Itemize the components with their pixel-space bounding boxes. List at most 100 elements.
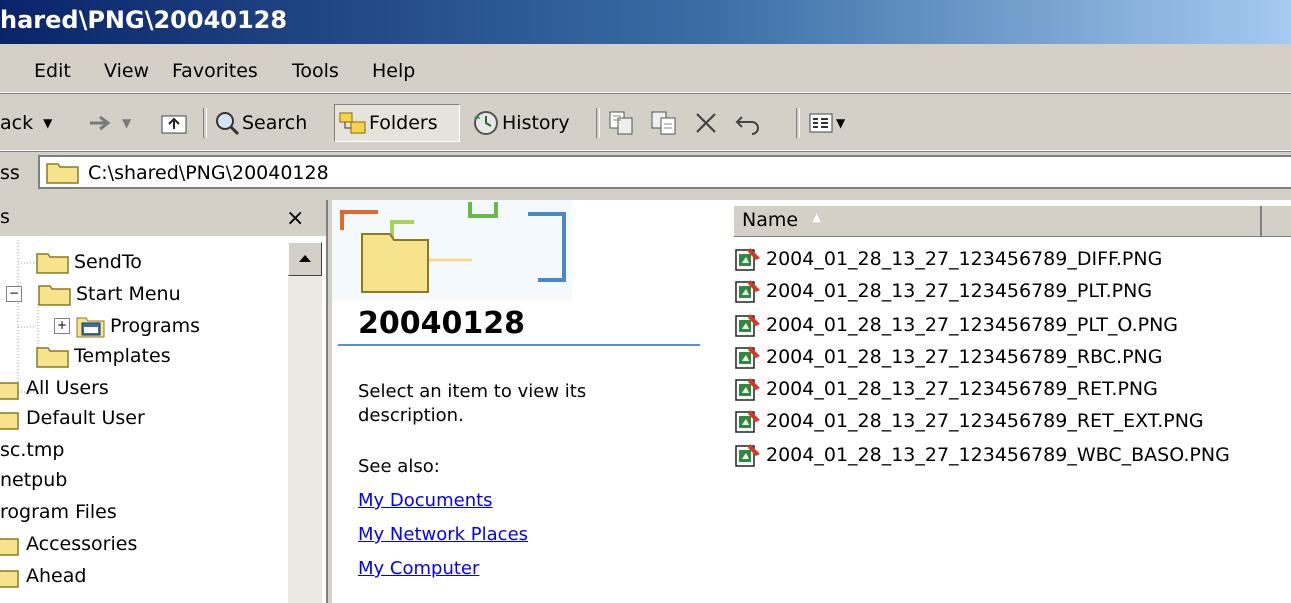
delete-button[interactable] (694, 104, 718, 142)
scroll-up-icon (299, 255, 311, 262)
delete-icon (696, 113, 716, 133)
file-row[interactable]: 2004_01_28_13_27_123456789_PLT_O.PNG (734, 310, 1178, 340)
views-icon (809, 113, 833, 133)
folders-button[interactable]: Folders (334, 104, 460, 142)
folder-icon (46, 163, 79, 184)
close-icon[interactable]: × (286, 206, 304, 231)
file-row[interactable]: 2004_01_28_13_27_123456789_RET.PNG (734, 374, 1158, 404)
collapse-icon[interactable]: − (6, 286, 22, 302)
menu-edit[interactable]: Edit (34, 60, 71, 82)
tree-item-label: All Users (26, 377, 109, 399)
address-label: ss (0, 162, 20, 184)
file-name: 2004_01_28_13_27_123456789_RET.PNG (766, 378, 1158, 400)
tree-item-label: Templates (74, 345, 171, 367)
folder-description: Select an item to view its description. (358, 381, 587, 426)
folders-icon (339, 112, 366, 134)
tree-item-label: Accessories (26, 533, 138, 555)
tree-item-sendto[interactable]: SendTo (36, 248, 142, 276)
copy-to-button[interactable] (650, 104, 678, 142)
column-header-name[interactable]: Name ▲ (734, 206, 1262, 236)
link-my-documents[interactable]: My Documents (358, 490, 493, 511)
scroll-up-button[interactable] (288, 242, 322, 276)
folders-pane: s × SendTo − Start Menu + Programs Templ… (0, 200, 328, 603)
file-name: 2004_01_28_13_27_123456789_RBC.PNG (766, 346, 1163, 368)
address-bar: ss C:\shared\PNG\20040128 (0, 153, 1291, 193)
move-to-icon (609, 111, 633, 135)
menu-tools[interactable]: Tools (292, 60, 339, 82)
up-folder-icon (161, 115, 187, 134)
tree-item-start-menu[interactable]: − Start Menu (6, 280, 181, 308)
move-to-button[interactable] (608, 104, 636, 142)
forward-dropdown-icon[interactable]: ▼ (122, 116, 131, 130)
history-button[interactable]: History (472, 104, 570, 142)
tree-item-label: netpub (0, 469, 68, 491)
sort-ascending-icon: ▲ (812, 210, 822, 224)
file-list-header: Name ▲ (734, 206, 1291, 237)
folder-icon (0, 537, 19, 556)
back-label: ack (0, 112, 34, 134)
png-file-icon (735, 410, 760, 433)
views-dropdown-icon[interactable]: ▼ (836, 116, 845, 130)
column-name-label: Name (742, 209, 799, 231)
tree-item-all-users[interactable]: All Users (0, 374, 109, 402)
file-row[interactable]: 2004_01_28_13_27_123456789_WBC_BASO.PNG (734, 440, 1230, 470)
expand-icon[interactable]: + (54, 318, 70, 334)
tree-item-ahead[interactable]: Ahead (0, 562, 86, 590)
file-name: 2004_01_28_13_27_123456789_DIFF.PNG (766, 248, 1163, 270)
tree-item-label: sc.tmp (0, 439, 65, 461)
png-file-icon (735, 378, 760, 401)
tree-item-accessories[interactable]: Accessories (0, 530, 137, 558)
file-name: 2004_01_28_13_27_123456789_PLT.PNG (766, 280, 1153, 302)
png-file-icon (735, 314, 760, 337)
undo-button[interactable] (734, 104, 762, 142)
png-file-icon (735, 248, 760, 271)
tree-item-label: rogram Files (0, 501, 117, 523)
history-icon (474, 111, 498, 135)
address-input[interactable]: C:\shared\PNG\20040128 (38, 155, 1291, 189)
undo-icon (735, 116, 759, 135)
folder-icon (0, 569, 19, 588)
folder-icon (36, 347, 69, 368)
folders-pane-title: s (0, 206, 10, 228)
tree-item-inetpub[interactable]: netpub (0, 466, 67, 494)
file-row[interactable]: 2004_01_28_13_27_123456789_PLT.PNG (734, 276, 1152, 306)
link-my-computer[interactable]: My Computer (358, 558, 479, 579)
png-file-icon (735, 346, 760, 369)
back-button[interactable]: ack ▼ (0, 104, 52, 142)
link-my-network-places[interactable]: My Network Places (358, 524, 528, 545)
folder-icon (38, 285, 71, 306)
tree-item-label: Ahead (26, 565, 87, 587)
toolbar: ack ▼ ▼ Search Folders History ▼ (0, 98, 1291, 151)
programs-folder-icon (76, 317, 105, 338)
tree-item-programs[interactable]: + Programs (54, 312, 200, 340)
file-row[interactable]: 2004_01_28_13_27_123456789_DIFF.PNG (734, 244, 1162, 274)
file-row[interactable]: 2004_01_28_13_27_123456789_RET_EXT.PNG (734, 406, 1204, 436)
back-dropdown-icon[interactable]: ▼ (43, 116, 52, 130)
see-also-label: See also: (358, 456, 440, 477)
up-button[interactable] (160, 104, 188, 142)
png-file-icon (735, 280, 760, 303)
forward-button[interactable]: ▼ (88, 104, 131, 142)
tree-item-templates[interactable]: Templates (36, 342, 171, 370)
tree-item-label: SendTo (74, 251, 142, 273)
views-button[interactable]: ▼ (808, 104, 845, 142)
folder-icon (0, 381, 19, 400)
forward-arrow-icon (90, 115, 111, 131)
tree-item-default-user[interactable]: Default User (0, 404, 145, 432)
folders-pane-header: s × (0, 200, 326, 236)
folders-scrollbar[interactable] (288, 242, 322, 603)
title-bar[interactable]: hared\PNG\20040128 (0, 0, 1291, 44)
tree-item-sc-tmp[interactable]: sc.tmp (0, 436, 64, 464)
search-button[interactable]: Search (214, 104, 307, 142)
file-row[interactable]: 2004_01_28_13_27_123456789_RBC.PNG (734, 342, 1162, 372)
search-label: Search (242, 112, 308, 134)
menu-favorites[interactable]: Favorites (172, 60, 258, 82)
menu-help[interactable]: Help (372, 60, 415, 82)
tree-item-label: Default User (26, 407, 145, 429)
copy-to-icon (651, 111, 676, 135)
tree-item-program-files[interactable]: rogram Files (0, 498, 117, 526)
folder-name-heading: 20040128 (358, 306, 525, 341)
menu-bar: Edit View Favorites Tools Help (0, 52, 1291, 93)
menu-view[interactable]: View (104, 60, 149, 82)
divider (338, 344, 700, 346)
